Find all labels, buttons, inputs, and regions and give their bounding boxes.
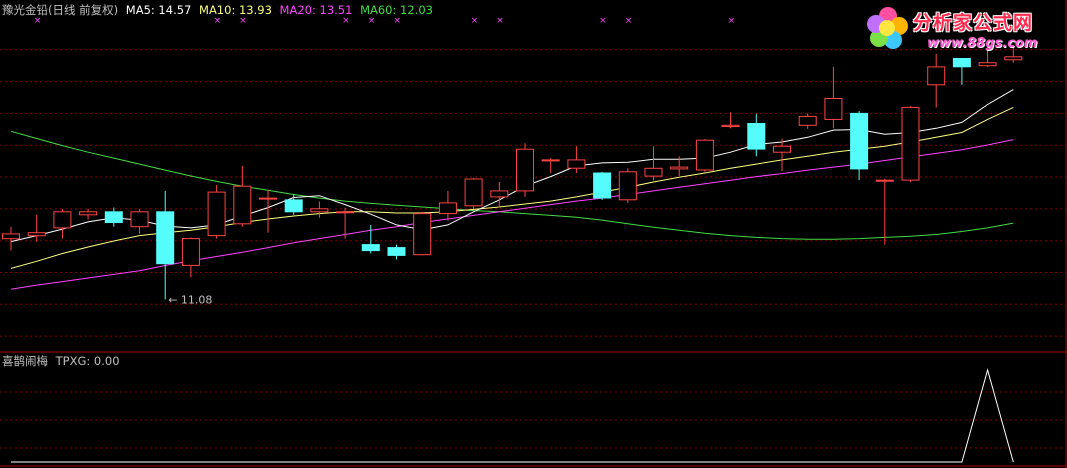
candle-body [130,211,149,228]
candle-body [644,167,663,177]
main-chart-header: 豫光金铅(日线 前复权) MA5: 14.57 MA10: 13.93 MA20… [2,3,437,17]
candle-body [593,172,612,199]
candle-body [79,211,98,216]
candle-body [387,247,406,256]
candle-body [181,238,200,266]
ma5-label: MA5: 14.57 [125,3,192,17]
candle-body [2,233,20,240]
ma20-label: MA20: 13.51 [279,3,353,17]
candle-body [695,139,714,171]
candle-body [1004,56,1023,61]
indicator-value: TPXG: 0.00 [55,354,120,368]
ma60-label: MA60: 12.03 [360,3,433,17]
candle-body [516,148,534,192]
candle-body [464,178,483,207]
candle-body [361,244,380,252]
candle-body [27,232,46,237]
signal-marker: × [368,16,376,26]
candle-body [901,106,920,181]
candle-body [104,211,123,224]
candle-body [567,159,586,169]
signal-marker: × [342,16,350,26]
logo-url: www.88gs.com [927,36,1038,51]
candle-body [284,199,303,213]
signal-marker: × [239,16,247,26]
flower-logo-icon [867,7,908,49]
signal-marker: × [625,16,633,26]
logo-text: 分析家公式网 [913,12,1034,34]
signal-marker: × [728,16,736,26]
candle-body [670,166,689,170]
candle-body [618,171,637,201]
stock-chart: ← 11.08 × × × × × × × × × × × [0,0,1067,468]
candle-body [336,211,355,214]
candle-body [233,185,252,225]
candle-body [850,112,869,170]
candle-body [541,159,560,162]
candle-body [490,190,509,198]
candle-body [259,197,277,200]
signal-marker: × [214,16,222,26]
candle-body [978,62,997,67]
stock-title: 豫光金铅(日线 前复权) [2,3,119,17]
candle-body [773,145,791,153]
candle-body [875,179,894,182]
candle-body [53,211,72,229]
signal-marker: × [496,16,504,26]
candle-body [824,98,843,120]
candle-body [721,124,740,128]
signal-marker: × [394,16,402,26]
candle-body [952,58,971,68]
signal-marker: × [599,16,607,26]
candle-body [310,208,329,213]
candle-body [156,211,175,265]
candle-body [207,191,226,237]
candle-body [798,115,817,126]
signal-marker: × [471,16,479,26]
signal-marker: × [34,16,42,26]
candle-body [438,202,457,215]
candle-body [413,213,432,256]
indicator-name: 喜鹊闹梅 [2,354,48,368]
candle-body [927,66,946,86]
candle-body [747,123,766,150]
low-price-label: ← 11.08 [168,293,212,306]
watermark-logo: 分析家公式网 www.88gs.com [861,2,1061,56]
ma10-label: MA10: 13.93 [199,3,272,17]
indicator-header: 喜鹊闹梅 TPXG: 0.00 [2,354,124,368]
